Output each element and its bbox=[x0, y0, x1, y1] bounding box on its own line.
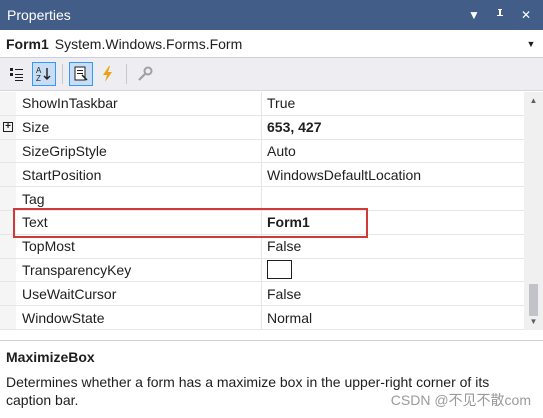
toolbar-separator bbox=[126, 64, 127, 84]
property-pages-icon[interactable] bbox=[133, 62, 157, 86]
watermark: CSDN @不见不散com bbox=[390, 392, 531, 408]
object-selector[interactable]: Form1 System.Windows.Forms.Form ▼ bbox=[0, 30, 543, 58]
scrollbar-thumb[interactable] bbox=[529, 284, 538, 316]
property-name: ShowInTaskbar bbox=[16, 92, 262, 115]
property-name: WindowState bbox=[16, 306, 262, 329]
property-row[interactable]: Tag bbox=[0, 187, 524, 211]
property-row[interactable]: ShowInTaskbar True bbox=[0, 92, 524, 116]
property-row[interactable]: UseWaitCursor False bbox=[0, 282, 524, 307]
property-name: Tag bbox=[16, 187, 262, 210]
svg-text:Z: Z bbox=[36, 74, 41, 83]
events-icon[interactable] bbox=[96, 62, 120, 86]
property-row[interactable]: SizeGripStyle Auto bbox=[0, 139, 524, 164]
color-swatch bbox=[267, 260, 292, 280]
object-type: System.Windows.Forms.Form bbox=[54, 35, 243, 52]
property-row[interactable]: StartPosition WindowsDefaultLocation bbox=[0, 163, 524, 188]
panel-title: Properties bbox=[7, 7, 71, 23]
property-grid: ShowInTaskbar True + Size 653, 427 SizeG… bbox=[0, 92, 524, 330]
property-name: SizeGripStyle bbox=[16, 139, 262, 163]
properties-toolbar: AZ bbox=[0, 58, 543, 91]
property-value[interactable]: True bbox=[262, 92, 524, 115]
property-name: StartPosition bbox=[16, 163, 262, 187]
alphabetical-icon[interactable]: AZ bbox=[32, 62, 56, 86]
property-value[interactable]: 653, 427 bbox=[262, 116, 524, 139]
object-name: Form1 bbox=[6, 35, 49, 52]
scroll-down-icon[interactable]: ▼ bbox=[524, 313, 543, 330]
property-value[interactable]: Form1 bbox=[262, 211, 524, 234]
scroll-up-icon[interactable]: ▲ bbox=[524, 92, 543, 109]
property-name: Size bbox=[16, 115, 262, 139]
description-title: MaximizeBox bbox=[6, 349, 95, 365]
property-row[interactable]: TransparencyKey bbox=[0, 258, 524, 283]
categorized-icon[interactable] bbox=[5, 62, 29, 86]
property-row[interactable]: + Size 653, 427 bbox=[0, 115, 524, 140]
property-row-text[interactable]: Text Form1 bbox=[0, 210, 524, 235]
toolbar-separator bbox=[62, 64, 63, 84]
property-name: Text bbox=[16, 210, 262, 234]
property-name: TransparencyKey bbox=[16, 258, 262, 282]
property-value[interactable]: Normal bbox=[262, 306, 524, 329]
property-value[interactable] bbox=[262, 259, 524, 282]
properties-icon[interactable] bbox=[69, 62, 93, 86]
chevron-down-icon[interactable]: ▼ bbox=[523, 39, 539, 49]
expand-icon[interactable]: + bbox=[3, 122, 13, 133]
property-value[interactable]: False bbox=[262, 235, 524, 258]
property-value[interactable]: Auto bbox=[262, 140, 524, 163]
close-icon[interactable]: ✕ bbox=[517, 6, 535, 24]
window-position-dropdown-icon[interactable]: ▼ bbox=[465, 6, 483, 24]
property-value[interactable]: False bbox=[262, 282, 524, 305]
property-value[interactable] bbox=[262, 187, 524, 210]
property-value[interactable]: WindowsDefaultLocation bbox=[262, 163, 524, 186]
pin-icon[interactable] bbox=[491, 6, 509, 24]
property-row[interactable]: WindowState Normal bbox=[0, 306, 524, 330]
property-name: TopMost bbox=[16, 234, 262, 258]
vertical-scrollbar[interactable]: ▲ ▼ bbox=[524, 92, 543, 330]
properties-titlebar: Properties ▼ ✕ bbox=[0, 0, 543, 30]
property-row[interactable]: TopMost False bbox=[0, 234, 524, 259]
property-name: UseWaitCursor bbox=[16, 282, 262, 306]
